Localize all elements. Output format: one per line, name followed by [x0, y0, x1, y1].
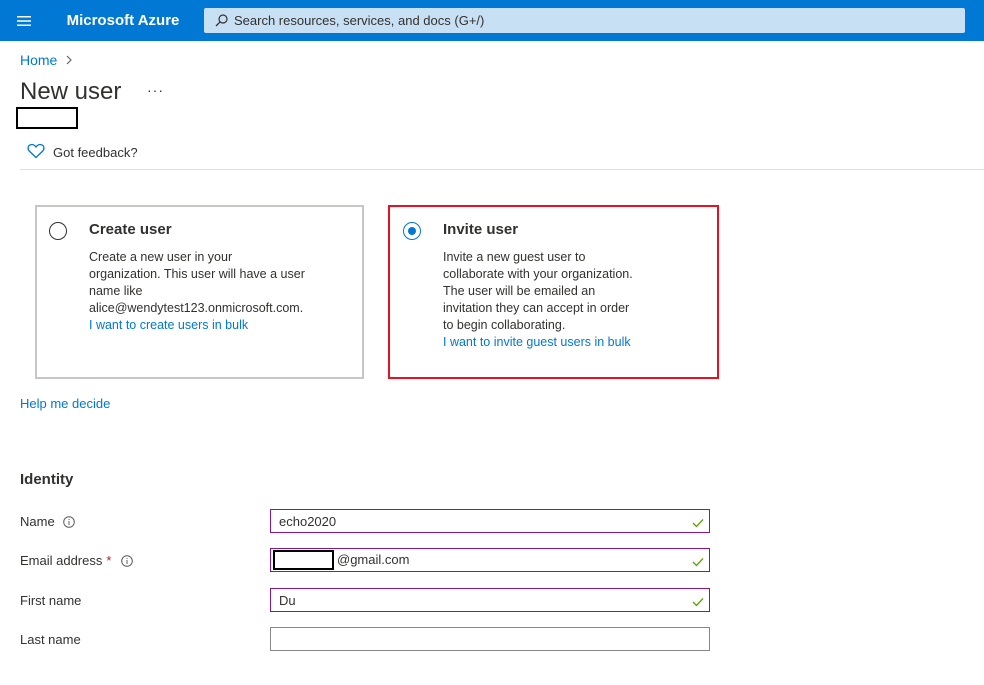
checkmark-icon [692, 515, 704, 533]
last-name-field[interactable] [270, 627, 710, 651]
description-line: name like [89, 284, 143, 298]
email-label: Email address * [20, 553, 134, 568]
first-name-input[interactable] [271, 590, 709, 610]
help-me-decide-link[interactable]: Help me decide [20, 396, 110, 411]
redacted-box [273, 550, 334, 570]
last-name-label-text: Last name [20, 632, 81, 647]
description-line: collaborate with your organization. [443, 267, 633, 281]
checkmark-icon [692, 594, 704, 612]
description-line: to begin collaborating. [443, 318, 566, 332]
more-options-button[interactable]: ··· [147, 82, 164, 98]
invite-bulk-link[interactable]: I want to invite guest users in bulk [443, 335, 631, 349]
description-line: Invite a new guest user to [443, 250, 586, 264]
search-input[interactable] [234, 13, 934, 28]
heart-icon [27, 143, 45, 162]
email-label-text: Email address [20, 553, 103, 568]
redacted-box [16, 107, 78, 129]
first-name-field[interactable] [270, 588, 710, 612]
info-icon[interactable] [121, 554, 134, 567]
description-line: Create a new user in your [89, 250, 233, 264]
invite-user-title: Invite user [443, 221, 519, 238]
search-icon [215, 14, 228, 27]
name-field[interactable] [270, 509, 710, 533]
feedback-button[interactable]: Got feedback? [27, 143, 138, 162]
invite-user-radio[interactable] [403, 222, 421, 240]
description-line: The user will be emailed an [443, 284, 596, 298]
create-bulk-link[interactable]: I want to create users in bulk [89, 318, 248, 332]
name-input[interactable] [271, 511, 709, 531]
create-user-title: Create user [89, 221, 172, 238]
divider [20, 169, 984, 170]
feedback-label: Got feedback? [53, 145, 138, 160]
create-user-radio[interactable] [49, 222, 67, 240]
invite-user-option-card[interactable]: Invite user Invite a new guest user to c… [388, 205, 719, 379]
name-label-text: Name [20, 514, 55, 529]
top-bar: Microsoft Azure [0, 0, 984, 41]
email-field[interactable]: @gmail.com [270, 548, 710, 572]
create-user-option-card[interactable]: Create user Create a new user in your or… [35, 205, 364, 379]
brand-title[interactable]: Microsoft Azure [48, 0, 198, 41]
info-icon[interactable] [62, 515, 75, 528]
invite-user-description: Invite a new guest user to collaborate w… [443, 249, 633, 334]
chevron-right-icon [65, 55, 73, 65]
description-line: organization. This user will have a user [89, 267, 305, 281]
required-asterisk: * [106, 553, 112, 568]
checkmark-icon [692, 554, 704, 572]
last-name-label: Last name [20, 632, 81, 647]
last-name-input[interactable] [271, 629, 709, 649]
create-user-description: Create a new user in your organization. … [89, 249, 305, 317]
hamburger-menu-icon[interactable] [0, 0, 48, 41]
first-name-label: First name [20, 593, 81, 608]
email-domain-text: @gmail.com [337, 552, 410, 567]
identity-section-title: Identity [20, 471, 74, 488]
description-line: alice@wendytest123.onmicrosoft.com. [89, 301, 304, 315]
breadcrumb: Home [20, 52, 73, 68]
breadcrumb-home-link[interactable]: Home [20, 52, 57, 68]
description-line: invitation they can accept in order [443, 301, 630, 315]
global-search[interactable] [204, 8, 965, 33]
name-label: Name [20, 514, 75, 529]
first-name-label-text: First name [20, 593, 82, 608]
page-title: New user [20, 78, 122, 105]
